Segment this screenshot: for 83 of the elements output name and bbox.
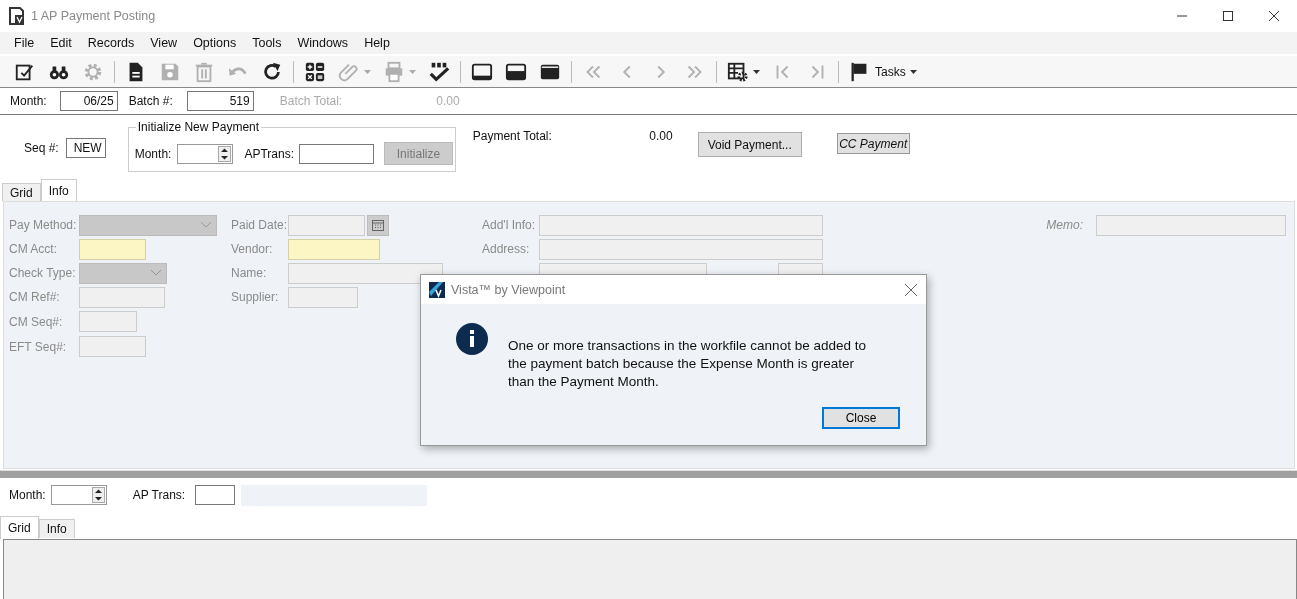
void-payment-button[interactable]: Void Payment... (697, 132, 802, 157)
input-field[interactable] (539, 238, 823, 260)
seq-field[interactable]: NEW (65, 138, 106, 158)
splitter[interactable] (0, 470, 1297, 478)
input-field[interactable] (79, 336, 146, 357)
tab[interactable]: Grid (0, 516, 39, 539)
dropdown-field[interactable] (79, 214, 217, 236)
field-label: Vendor: (231, 242, 274, 256)
printer-icon (383, 60, 405, 83)
app-icon (9, 7, 25, 25)
dialog-title: Vista™ by Viewpoint (451, 282, 566, 297)
field-label: EFT Seq#: (9, 339, 68, 354)
menu-item[interactable]: View (142, 36, 186, 50)
menu-item[interactable]: Options (185, 36, 245, 50)
field-label: Month: (134, 146, 172, 161)
field-label: APTrans: (244, 146, 294, 161)
payment-total-value: 0.00 (649, 129, 673, 143)
field-label: Name: (231, 266, 268, 280)
month-field[interactable]: 06/25 (59, 91, 118, 111)
date-field[interactable] (288, 214, 365, 236)
field-label: CM Ref#: (9, 290, 61, 304)
table-settings-icon (727, 60, 749, 83)
calculator-icon (304, 60, 326, 83)
month-spinner[interactable] (177, 143, 234, 164)
spin-arrows-icon (218, 145, 232, 162)
flag-button[interactable]: Tasks (843, 57, 923, 86)
info-icon (456, 323, 488, 355)
field-label: Batch Total: (279, 94, 343, 108)
field-label: Seq #: (24, 141, 59, 155)
input-field[interactable] (288, 262, 443, 284)
dialog-message: One or more transactions in the workfile cannot be added to the payment batch because the Expense Month is greater than the Payment Month. (508, 337, 867, 391)
input-field[interactable] (79, 311, 137, 332)
calendar-button[interactable] (367, 214, 389, 236)
batch-total-value: 0.00 (436, 94, 460, 108)
spellcheck-icon (428, 60, 450, 83)
chevron-down-icon (201, 222, 211, 228)
field-label: Memo: (1046, 218, 1083, 232)
cc-payment-button[interactable]: CC Payment (836, 133, 910, 154)
field-label: Supplier: (231, 290, 280, 304)
field-label: Month: (10, 94, 47, 108)
close-icon (905, 283, 917, 296)
close-icon (1269, 11, 1279, 21)
dropdown-field[interactable] (79, 262, 167, 284)
field-label: Month: (9, 488, 46, 502)
tab[interactable]: Info (40, 179, 77, 201)
menu-item[interactable]: Windows (289, 36, 357, 50)
trash-icon (193, 60, 215, 83)
field-label: Address: (482, 242, 531, 256)
field-label: Payment Total: (472, 129, 552, 143)
batch-field[interactable]: 519 (186, 91, 254, 111)
close-dialog-button[interactable]: Close (822, 407, 900, 429)
input-field[interactable] (539, 214, 823, 236)
input-field[interactable] (79, 238, 146, 260)
calendar-icon (372, 219, 384, 231)
field-label: Paid Date: (231, 218, 288, 232)
window-title: 1 AP Payment Posting (31, 9, 156, 23)
menu-item[interactable]: Tools (244, 36, 290, 50)
field-label: Add'l Info: (482, 218, 536, 232)
tab[interactable]: Grid (2, 183, 41, 201)
input-field[interactable] (79, 286, 165, 308)
field-label: Check Type: (9, 266, 77, 280)
memo-field[interactable] (1096, 214, 1286, 236)
ap-trans-field[interactable] (195, 485, 236, 505)
spin-arrows-icon (91, 487, 105, 503)
maximize-icon (1223, 11, 1233, 21)
field-label: CM Acct: (9, 242, 58, 256)
input-field[interactable] (288, 286, 358, 308)
field-label: Batch #: (128, 94, 173, 108)
group-title: Initialize New Payment (135, 120, 262, 134)
app-logo-icon (429, 281, 445, 298)
aptrans-field[interactable] (298, 143, 374, 164)
month-spinner[interactable] (50, 485, 107, 505)
menu-item[interactable]: Help (356, 36, 398, 50)
field-label: AP Trans: (132, 488, 186, 502)
menu-item[interactable]: Edit (42, 36, 80, 50)
tab[interactable]: Info (38, 519, 75, 538)
refresh-icon (261, 60, 283, 83)
field-label: CM Seq#: (9, 314, 64, 329)
menu-item[interactable]: File (6, 36, 43, 50)
chevron-down-icon (151, 270, 161, 276)
input-field[interactable] (288, 238, 380, 260)
menu-item[interactable]: Records (79, 36, 143, 50)
field-label: Pay Method: (9, 218, 78, 232)
